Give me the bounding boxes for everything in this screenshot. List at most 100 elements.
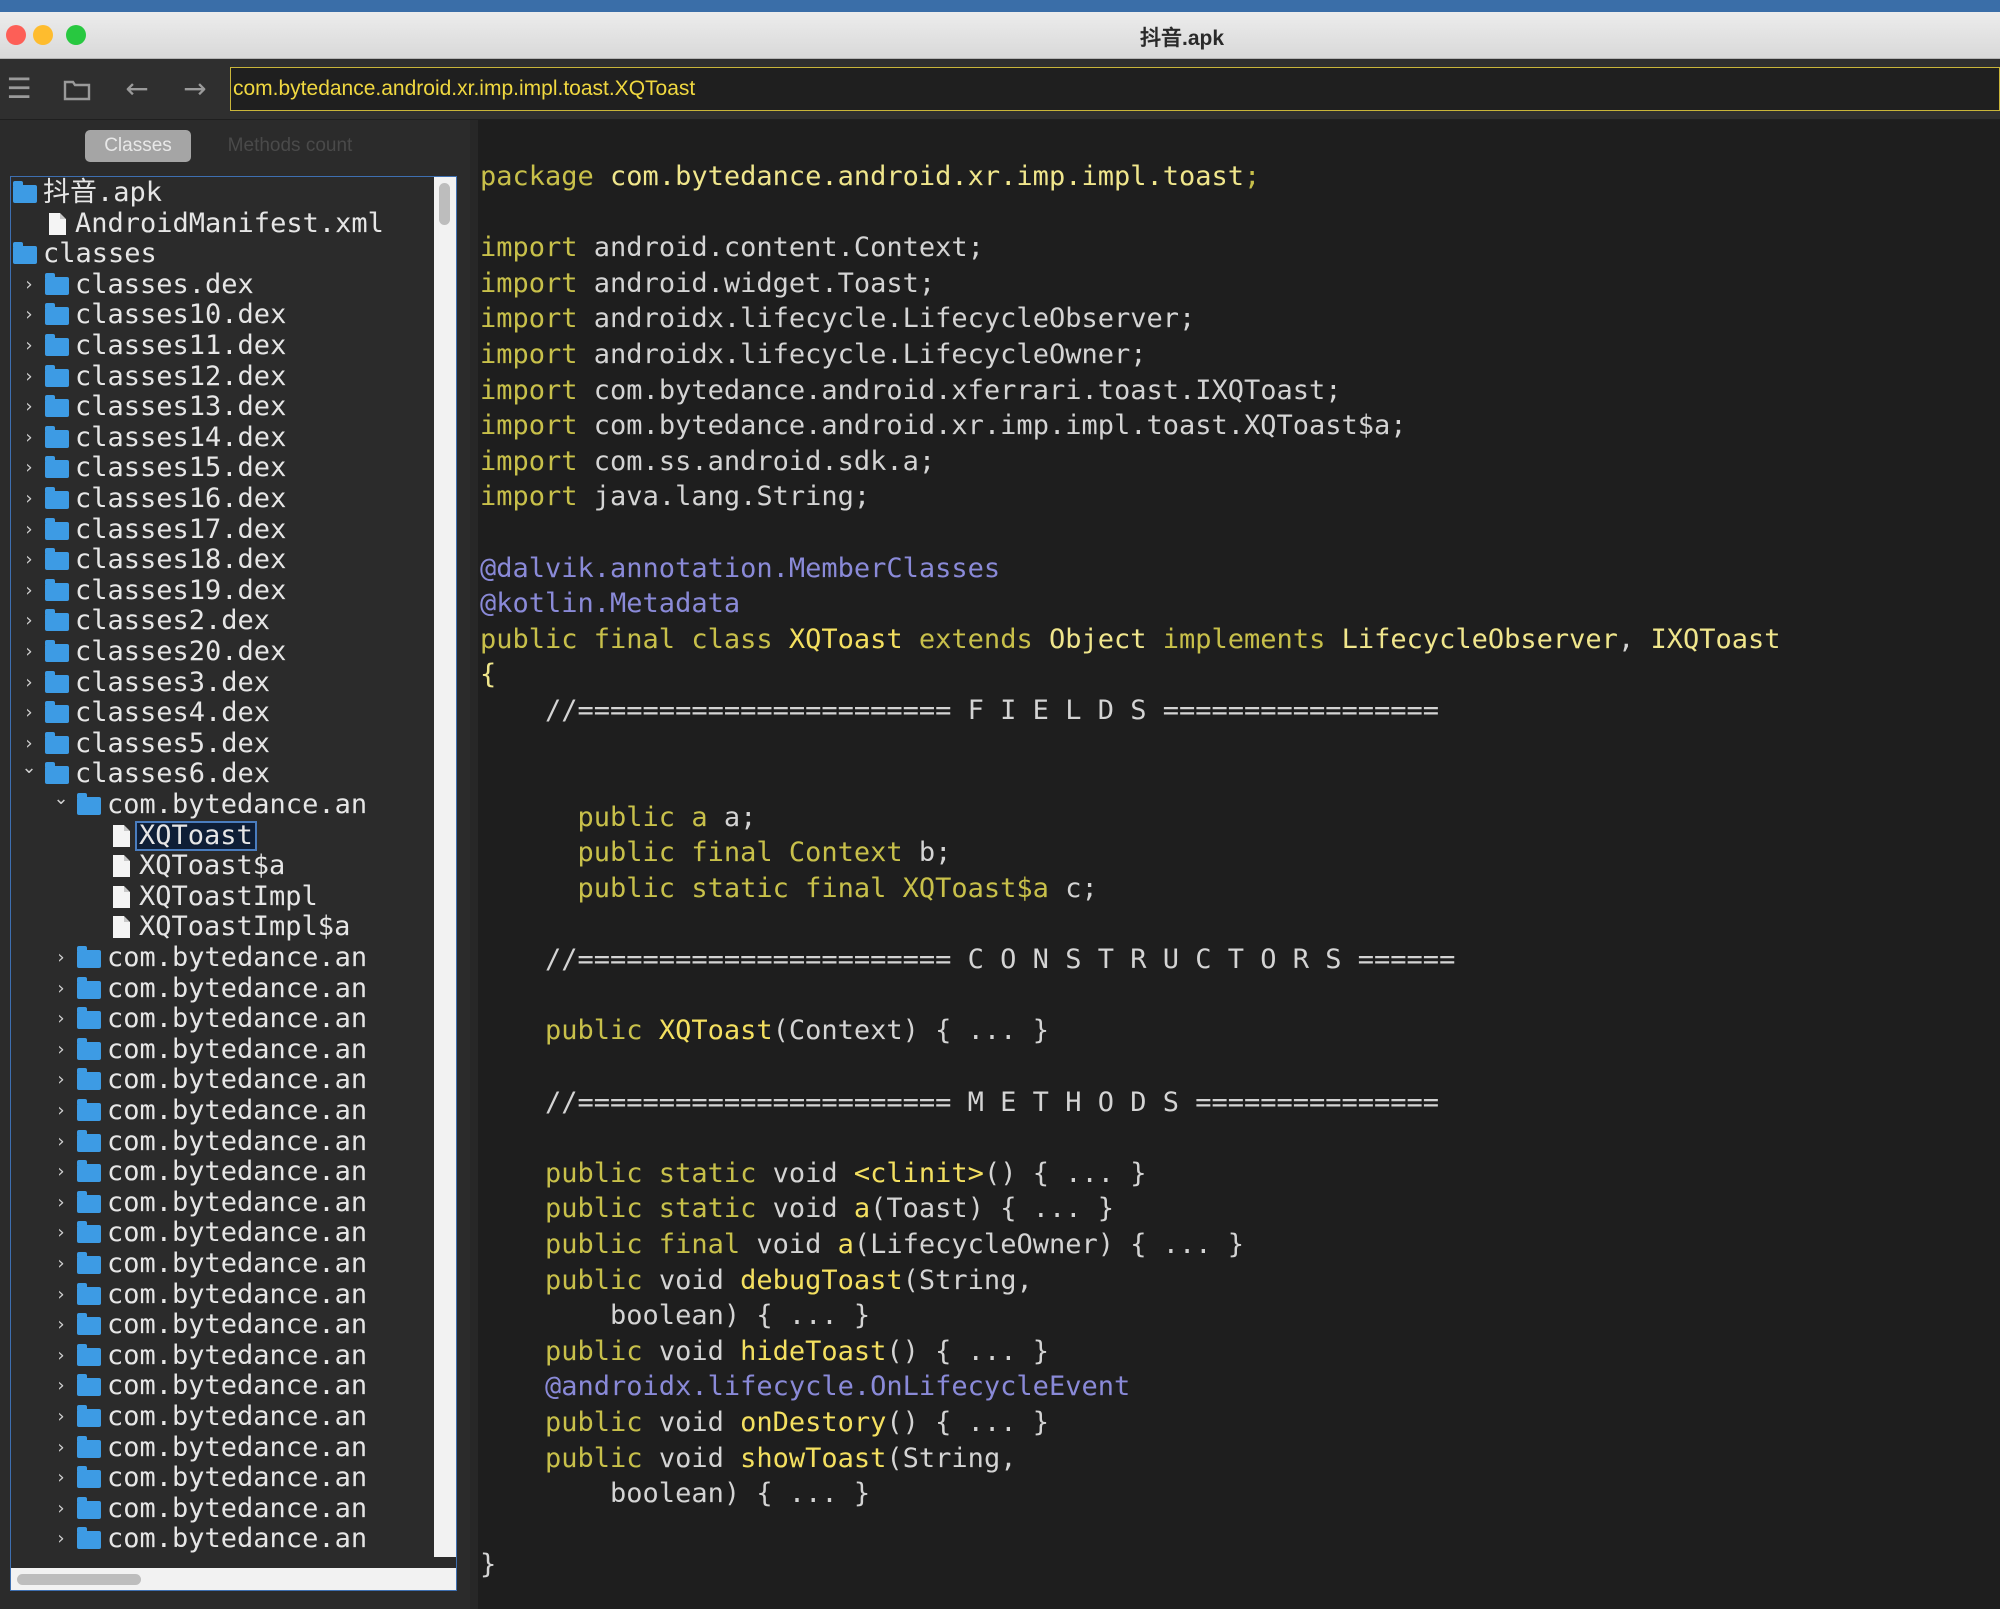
folder-icon <box>45 762 69 785</box>
chevron-right-icon[interactable]: › <box>51 1310 71 1340</box>
chevron-right-icon[interactable]: › <box>51 943 71 973</box>
chevron-right-icon[interactable]: › <box>19 300 39 330</box>
tree-item-label: classes6.dex <box>75 758 271 790</box>
code-line: package com.bytedance.android.xr.imp.imp… <box>480 160 1260 194</box>
window-titlebar: 抖音.apk <box>0 12 2000 59</box>
tree-item-label: classes3.dex <box>75 666 271 698</box>
folder-icon <box>45 670 69 693</box>
chevron-right-icon[interactable]: › <box>19 729 39 759</box>
code-token: import <box>480 232 594 264</box>
tree-item-label: com.bytedance.an <box>107 1278 368 1310</box>
folder-icon <box>77 946 101 968</box>
tree-item-label: com.bytedance.an <box>107 1370 368 1402</box>
tree-item-label: classes17.dex <box>75 513 287 545</box>
chevron-right-icon[interactable]: › <box>19 392 39 422</box>
code-line: @kotlin.Metadata <box>480 587 740 621</box>
chevron-right-icon[interactable]: › <box>51 1280 71 1310</box>
folder-icon[interactable] <box>62 74 92 104</box>
tree-item-label: classes.dex <box>75 268 254 300</box>
chevron-right-icon[interactable]: › <box>19 515 39 545</box>
code-token: XQToast <box>788 623 903 655</box>
chevron-right-icon[interactable]: › <box>51 1463 71 1493</box>
code-token: import <box>480 339 594 370</box>
chevron-right-icon[interactable]: › <box>51 1157 71 1187</box>
tree-item-label: classes16.dex <box>75 483 287 514</box>
chevron-right-icon[interactable]: › <box>51 1065 71 1095</box>
code-line: import android.content.Context; <box>480 231 984 265</box>
chevron-right-icon[interactable]: › <box>51 1494 71 1524</box>
chevron-right-icon[interactable]: › <box>19 576 39 606</box>
class-tree[interactable]: › com.bytedance.an › com.bytedance.an › com.b… <box>10 176 457 1591</box>
chevron-right-icon[interactable]: › <box>19 270 39 300</box>
folder-icon <box>45 364 69 387</box>
code-token: a <box>853 1193 871 1225</box>
folder-icon <box>77 1099 101 1121</box>
chevron-right-icon[interactable]: › <box>19 453 39 483</box>
code-token: public static <box>480 1193 773 1225</box>
tree-item-label: com.bytedance.an <box>107 1492 368 1524</box>
code-token: public static final <box>480 873 903 904</box>
chevron-right-icon[interactable]: › <box>51 1341 71 1371</box>
chevron-right-icon[interactable]: › <box>19 637 39 667</box>
folder-icon <box>77 1496 101 1519</box>
code-token: import <box>480 267 594 299</box>
chevron-right-icon[interactable]: › <box>51 1035 71 1065</box>
tree-item-label: classes2.dex <box>75 605 271 637</box>
folder-icon <box>77 1190 101 1213</box>
toolbar: ☰ ← → com.bytedance.android.xr.imp.impl.… <box>0 59 2000 120</box>
code-line: public XQToast(Context) { ... } <box>480 1014 1049 1048</box>
code-line: } <box>480 1548 496 1582</box>
file-icon <box>113 855 130 878</box>
menu-icon[interactable]: ☰ <box>4 74 34 104</box>
code-token: c; <box>1065 873 1098 904</box>
chevron-right-icon[interactable]: › <box>51 1218 71 1248</box>
code-token: (Toast) { ... } <box>870 1193 1114 1225</box>
back-arrow-icon[interactable]: ← <box>122 74 152 104</box>
tree-item-label: com.bytedance.an <box>107 1033 368 1065</box>
code-token: void <box>772 1157 854 1189</box>
tab-classes[interactable]: Classes <box>85 130 191 162</box>
code-token: debugToast <box>740 1264 903 1296</box>
code-token: android.content.Context; <box>593 232 984 264</box>
chevron-right-icon[interactable]: › <box>51 974 71 1004</box>
horizontal-scroll-thumb[interactable] <box>17 1574 141 1585</box>
code-token: Object <box>1048 623 1147 655</box>
tree-horizontal-scrollbar[interactable] <box>11 1568 456 1590</box>
chevron-down-icon[interactable]: ⌄ <box>51 784 71 814</box>
code-line: boolean) { ... } <box>480 1477 870 1511</box>
code-token: import <box>480 445 594 477</box>
tab-methods-count[interactable]: Methods count <box>205 130 375 162</box>
code-line: import android.widget.Toast; <box>480 267 935 301</box>
folder-icon <box>77 1405 101 1427</box>
chevron-right-icon[interactable]: › <box>19 606 39 636</box>
chevron-right-icon[interactable]: › <box>51 1127 71 1157</box>
code-line: @androidx.lifecycle.OnLifecycleEvent <box>480 1370 1130 1404</box>
chevron-right-icon[interactable]: › <box>51 1004 71 1034</box>
chevron-right-icon[interactable]: › <box>19 545 39 575</box>
pane-divider[interactable] <box>470 120 478 1609</box>
tree-item-label: com.bytedance.an <box>107 1523 368 1555</box>
tree-vertical-scrollbar[interactable] <box>434 177 456 1557</box>
folder-icon <box>13 181 37 203</box>
code-line: public final Context b; <box>480 836 952 870</box>
chevron-right-icon[interactable]: › <box>51 1249 71 1279</box>
chevron-right-icon[interactable]: › <box>19 698 39 728</box>
chevron-right-icon[interactable]: › <box>51 1371 71 1401</box>
vertical-scroll-thumb[interactable] <box>439 183 450 225</box>
class-path-input[interactable]: com.bytedance.android.xr.imp.impl.toast.… <box>230 67 2000 111</box>
chevron-right-icon[interactable]: › <box>19 331 39 361</box>
chevron-right-icon[interactable]: › <box>51 1096 71 1126</box>
chevron-right-icon[interactable]: › <box>51 1524 71 1554</box>
chevron-right-icon[interactable]: › <box>19 423 39 453</box>
code-token: //======================= C O N S T R U … <box>480 944 1456 976</box>
chevron-right-icon[interactable]: › <box>19 484 39 514</box>
tree-item-label: classes <box>43 238 157 270</box>
chevron-right-icon[interactable]: › <box>51 1433 71 1463</box>
code-editor[interactable]: package com.bytedance.android.xr.imp.imp… <box>478 120 2000 1609</box>
chevron-right-icon[interactable]: › <box>51 1188 71 1218</box>
code-token: com.bytedance.android.xr.imp.impl.toast.… <box>593 410 1407 442</box>
chevron-right-icon[interactable]: › <box>19 362 39 392</box>
chevron-right-icon[interactable]: › <box>51 1402 71 1432</box>
chevron-right-icon[interactable]: › <box>19 668 39 698</box>
forward-arrow-icon[interactable]: → <box>180 74 210 104</box>
